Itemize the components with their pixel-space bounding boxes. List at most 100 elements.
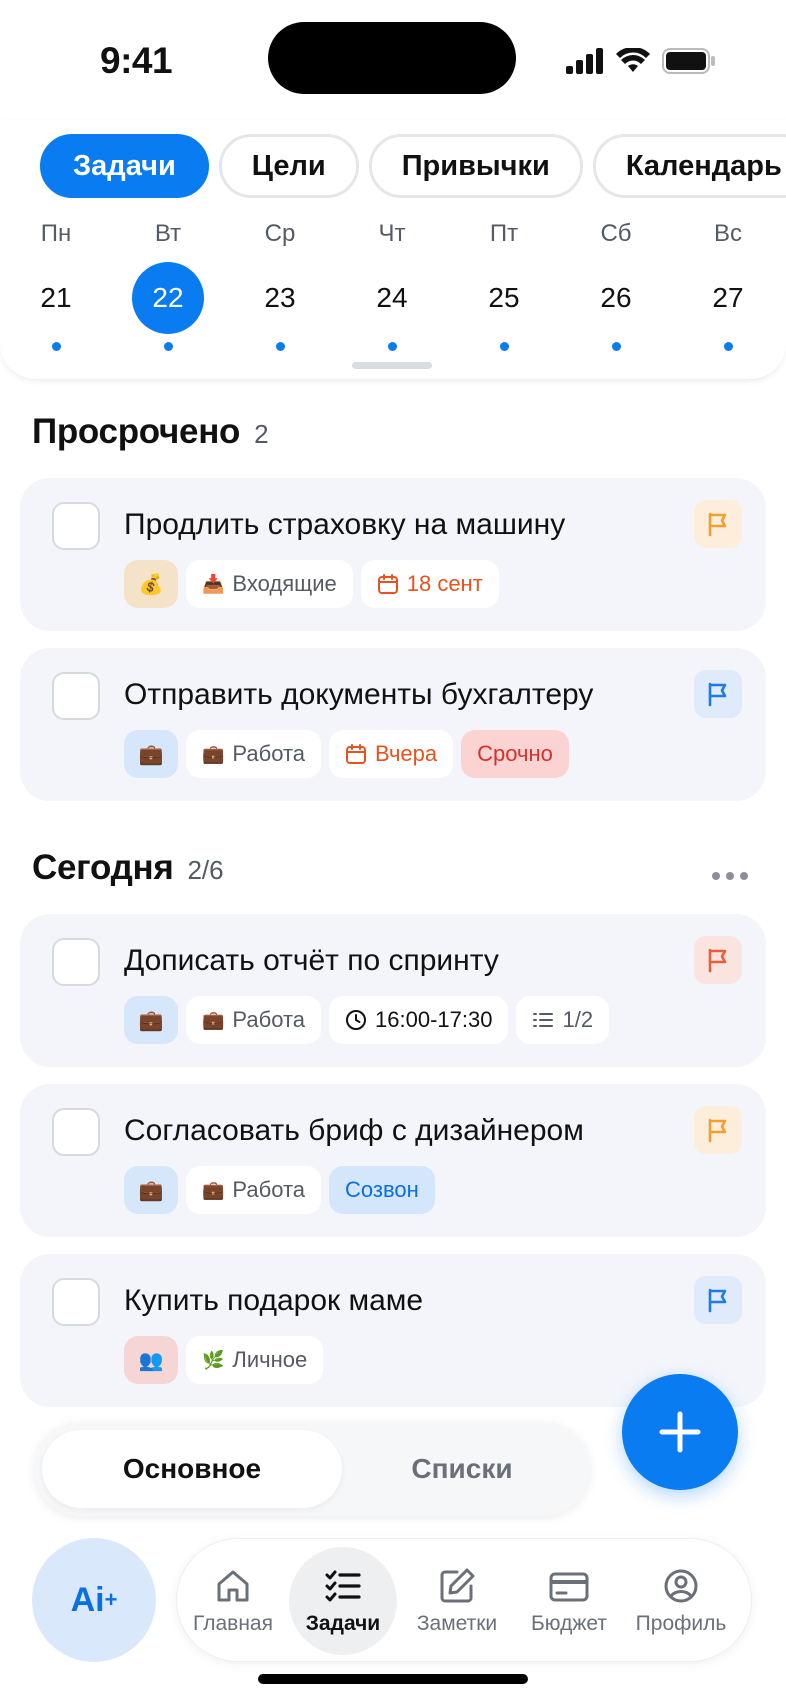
task-card[interactable]: Отправить документы бухгалтеру 💼 💼 Работ…: [20, 648, 766, 801]
day-tuesday[interactable]: Вт 22: [112, 220, 224, 351]
list-label: Личное: [232, 1347, 308, 1372]
time-label: 16:00-17:30: [375, 1007, 493, 1032]
flag-icon[interactable]: [694, 1276, 742, 1324]
day-name: Пт: [489, 220, 519, 247]
flag-icon[interactable]: [694, 670, 742, 718]
segment-lists[interactable]: Списки: [342, 1430, 582, 1508]
day-friday[interactable]: Пт 25: [448, 220, 560, 351]
task-tags: 👥 🌿 Личное: [124, 1336, 324, 1384]
urgent-tag: Срочно: [461, 730, 569, 778]
subtasks-label: 1/2: [562, 1007, 594, 1032]
task-card[interactable]: Продлить страховку на машину 💰 📥 Входящи…: [20, 478, 766, 631]
profile-icon: [664, 1569, 698, 1603]
more-options-button[interactable]: [712, 866, 752, 886]
section-count: 2/6: [187, 855, 224, 885]
day-name: Сб: [600, 220, 632, 247]
day-task-dot: [51, 342, 61, 351]
category-chip: 💰: [124, 560, 178, 608]
plus-icon: [659, 1411, 701, 1453]
list-chip: 💼 Работа: [186, 730, 322, 778]
day-number: 21: [40, 282, 72, 313]
home-indicator: [258, 1674, 528, 1684]
dynamic-island: [268, 22, 516, 94]
task-tags: 💰 📥 Входящие 18 сент: [124, 560, 499, 608]
nav-notes[interactable]: Заметки: [403, 1547, 511, 1655]
day-number: 26: [600, 282, 632, 313]
list-chip: 💼 Работа: [186, 996, 322, 1044]
day-number: 23: [264, 282, 296, 313]
tab-goals[interactable]: Цели: [218, 134, 359, 198]
list-label: Работа: [232, 741, 306, 766]
view-segment-control: Основное Списки: [34, 1422, 590, 1516]
drag-handle[interactable]: [352, 362, 432, 369]
flag-icon[interactable]: [694, 500, 742, 548]
task-title: Продлить страховку на машину: [124, 508, 566, 541]
day-name: Ср: [264, 220, 296, 247]
list-label: Работа: [232, 1177, 306, 1202]
day-number: 24: [376, 282, 408, 313]
day-name: Вс: [713, 220, 742, 247]
nav-label: Главная: [193, 1612, 273, 1635]
nav-tasks[interactable]: Задачи: [289, 1547, 397, 1655]
day-number: 27: [712, 282, 744, 313]
day-task-dot: [275, 342, 285, 351]
leaf-icon: 🌿: [202, 1349, 225, 1370]
time-chip: 16:00-17:30: [329, 996, 509, 1044]
day-wednesday[interactable]: Ср 23: [224, 220, 336, 351]
day-saturday[interactable]: Сб 26: [560, 220, 672, 351]
due-date-label: Вчера: [375, 741, 438, 766]
day-number: 25: [488, 282, 520, 313]
task-card[interactable]: Дописать отчёт по спринту 💼 💼 Работа 16:…: [20, 914, 766, 1067]
day-task-dot: [387, 342, 397, 351]
call-tag: Созвон: [329, 1166, 435, 1214]
nav-home[interactable]: Главная: [179, 1547, 287, 1655]
section-title: Просрочено: [32, 412, 241, 451]
ai-assistant-button[interactable]: Ai +: [32, 1538, 156, 1662]
checklist-icon: [325, 1570, 361, 1602]
task-checkbox[interactable]: [52, 672, 100, 720]
status-bar: 9:41: [0, 0, 786, 120]
bottom-nav: Главная Задачи Заметки Бюджет Профиль: [176, 1538, 752, 1662]
task-tags: 💼 💼 Работа 16:00-17:30 1/2: [124, 996, 610, 1044]
sparkle-icon: +: [104, 1587, 118, 1612]
day-sunday[interactable]: Вс 27: [672, 220, 784, 351]
task-checkbox[interactable]: [52, 502, 100, 550]
task-title: Отправить документы бухгалтеру: [124, 678, 594, 711]
top-tabs: Задачи Цели Привычки Календарь: [40, 134, 786, 198]
section-today-header: Сегодня 2/6: [32, 848, 224, 888]
day-task-dot: [723, 342, 733, 351]
nav-profile[interactable]: Профиль: [627, 1547, 735, 1655]
nav-label: Бюджет: [531, 1612, 607, 1635]
category-chip: 💼: [124, 1166, 178, 1214]
task-checkbox[interactable]: [52, 1278, 100, 1326]
nav-label: Профиль: [635, 1612, 727, 1635]
day-task-dot: [499, 342, 509, 351]
task-checkbox[interactable]: [52, 938, 100, 986]
flag-icon[interactable]: [694, 1106, 742, 1154]
home-icon: [217, 1570, 249, 1602]
task-checkbox[interactable]: [52, 1108, 100, 1156]
list-chip: 📥 Входящие: [186, 560, 353, 608]
inbox-icon: 📥: [202, 573, 225, 594]
segment-main[interactable]: Основное: [42, 1430, 342, 1508]
category-chip: 👥: [124, 1336, 178, 1384]
task-card[interactable]: Согласовать бриф с дизайнером 💼 💼 Работа…: [20, 1084, 766, 1237]
edit-note-icon: [440, 1568, 475, 1603]
clock-icon: [346, 1010, 367, 1030]
add-task-button[interactable]: [622, 1374, 738, 1490]
tab-calendar[interactable]: Календарь: [592, 134, 786, 198]
planner-header-card: Задачи Цели Привычки Календарь Пн 21 Вт …: [0, 120, 786, 380]
briefcase-icon: 💼: [202, 1009, 225, 1030]
task-title: Дописать отчёт по спринту: [124, 944, 499, 977]
day-thursday[interactable]: Чт 24: [336, 220, 448, 351]
signal-icon: [566, 48, 603, 74]
nav-label: Задачи: [305, 1612, 381, 1635]
tab-habits[interactable]: Привычки: [368, 134, 583, 198]
list-label: Работа: [232, 1007, 306, 1032]
day-task-dot: [163, 342, 173, 351]
nav-budget[interactable]: Бюджет: [515, 1547, 623, 1655]
day-monday[interactable]: Пн 21: [0, 220, 112, 351]
tab-tasks[interactable]: Задачи: [40, 134, 209, 198]
flag-icon[interactable]: [694, 936, 742, 984]
category-chip: 💼: [124, 996, 178, 1044]
